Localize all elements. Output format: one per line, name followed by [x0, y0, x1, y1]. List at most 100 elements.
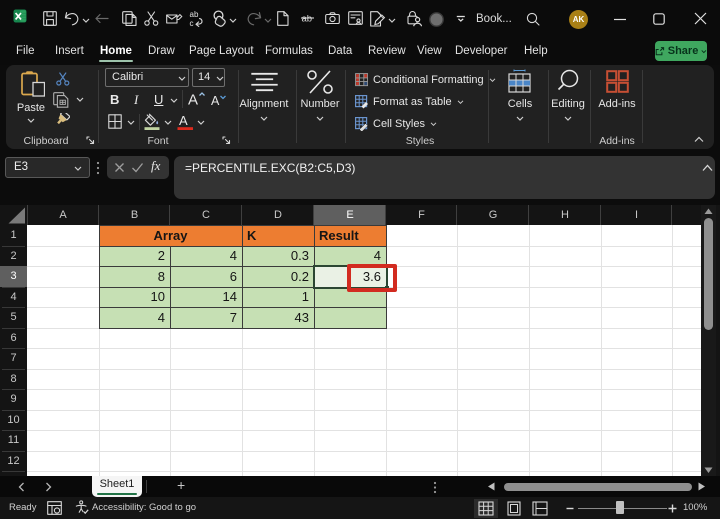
sheet-prev-icon[interactable]: [18, 482, 25, 492]
menu-tab-file[interactable]: File: [16, 45, 35, 57]
cell-D5[interactable]: 43: [242, 307, 314, 328]
menu-tab-data[interactable]: Data: [328, 45, 352, 57]
number-chevron-icon[interactable]: [316, 115, 324, 121]
menu-tab-view[interactable]: View: [417, 45, 442, 57]
zoom-out-icon[interactable]: [566, 507, 574, 510]
redo-chevron-icon[interactable]: [264, 17, 272, 23]
font-dialog-launcher-icon[interactable]: [222, 136, 231, 145]
hscroll-right-icon[interactable]: [698, 482, 706, 491]
back-icon[interactable]: [94, 13, 109, 25]
cell-C2[interactable]: 4: [170, 246, 242, 266]
increase-font-icon[interactable]: A: [188, 91, 206, 107]
column-header-E[interactable]: E: [314, 205, 386, 225]
menu-tab-page-layout[interactable]: Page Layout: [189, 45, 254, 57]
insert-function-button[interactable]: fx: [151, 158, 160, 174]
font-name-combo[interactable]: Calibri: [105, 68, 189, 87]
formula-bar-expand-icon[interactable]: [702, 164, 713, 172]
menu-tab-review[interactable]: Review: [368, 45, 406, 57]
scroll-down-icon[interactable]: [704, 467, 713, 474]
cell-B5[interactable]: 4: [99, 307, 170, 328]
cell-B3[interactable]: 8: [99, 266, 170, 287]
column-header-A[interactable]: A: [27, 205, 99, 225]
vertical-scrollbar-thumb[interactable]: [704, 218, 713, 330]
fill-color-chevron-icon[interactable]: [164, 119, 172, 125]
search-icon[interactable]: [526, 12, 540, 26]
lock-person-icon[interactable]: [407, 10, 422, 27]
column-header-B[interactable]: B: [99, 205, 170, 225]
table-header-array[interactable]: Array: [99, 225, 242, 246]
redo-icon[interactable]: [246, 11, 262, 26]
row-header-7[interactable]: 7: [0, 348, 27, 369]
paste-icon[interactable]: [21, 71, 45, 97]
row-header-5[interactable]: 5: [0, 307, 27, 328]
cell-C5[interactable]: 7: [170, 307, 242, 328]
minimize-icon[interactable]: [613, 18, 627, 21]
menu-tab-developer[interactable]: Developer: [455, 45, 507, 57]
italic-button[interactable]: I: [134, 92, 138, 108]
cell-B4[interactable]: 10: [99, 287, 170, 307]
page-break-view-icon[interactable]: [532, 501, 548, 516]
cut-icon[interactable]: [144, 11, 159, 26]
cell-D4[interactable]: 1: [242, 287, 314, 307]
column-header-F[interactable]: F: [386, 205, 457, 225]
undo-chevron-icon[interactable]: [82, 17, 90, 23]
menu-tab-insert[interactable]: Insert: [55, 45, 84, 57]
underline-button[interactable]: U: [154, 92, 163, 107]
cancel-icon[interactable]: [114, 162, 125, 173]
row-header-4[interactable]: 4: [0, 287, 27, 307]
horizontal-scrollbar-thumb[interactable]: [504, 482, 692, 491]
avatar[interactable]: AK: [569, 10, 588, 29]
edit-chevron-icon[interactable]: [388, 17, 396, 23]
column-header-C[interactable]: C: [170, 205, 242, 225]
scroll-up-icon[interactable]: [704, 208, 713, 215]
zoom-level[interactable]: 100%: [683, 502, 707, 513]
bold-button[interactable]: B: [110, 92, 119, 107]
column-header-G[interactable]: G: [457, 205, 529, 225]
edit-document-icon[interactable]: [370, 11, 386, 27]
normal-view-icon[interactable]: [478, 501, 494, 516]
close-icon[interactable]: [694, 12, 707, 25]
cell-B2[interactable]: 2: [99, 246, 170, 266]
sheet-next-icon[interactable]: [45, 482, 52, 492]
cell-styles-button[interactable]: Cell Styles: [355, 117, 437, 131]
paste-chevron-icon[interactable]: [27, 117, 35, 123]
add-sheet-button[interactable]: +: [177, 477, 185, 493]
column-header-I[interactable]: I: [601, 205, 672, 225]
enter-icon[interactable]: [131, 162, 144, 173]
zoom-slider-thumb[interactable]: [616, 501, 624, 514]
row-header-3[interactable]: 3: [0, 266, 27, 287]
macro-record-icon[interactable]: [47, 501, 62, 515]
column-header-D[interactable]: D: [242, 205, 314, 225]
copy-icon[interactable]: [122, 11, 137, 26]
alignment-chevron-icon[interactable]: [260, 115, 268, 121]
name-box[interactable]: E3: [5, 157, 90, 178]
format-as-table-button[interactable]: Format as Table: [355, 95, 464, 109]
row-header-8[interactable]: 8: [0, 369, 27, 389]
excel-logo-icon[interactable]: [13, 9, 27, 23]
cell-D2[interactable]: 0.3: [242, 246, 314, 266]
table-header-result[interactable]: Result: [314, 225, 386, 246]
new-file-icon[interactable]: [277, 11, 289, 26]
clipboard-dialog-launcher-icon[interactable]: [86, 136, 95, 145]
replace-icon[interactable]: ab c: [189, 10, 205, 27]
email-edit-icon[interactable]: [166, 12, 183, 25]
copy-chevron-icon[interactable]: [76, 96, 84, 102]
undo-icon[interactable]: [64, 11, 80, 26]
collapse-ribbon-icon[interactable]: [694, 136, 704, 143]
menu-tab-home[interactable]: Home: [100, 45, 132, 57]
borders-icon[interactable]: [108, 114, 122, 129]
fill-color-icon[interactable]: [143, 113, 162, 130]
name-box-chevron-icon[interactable]: [74, 165, 82, 171]
form-icon[interactable]: [348, 11, 363, 25]
zoom-in-icon[interactable]: [668, 504, 677, 513]
formula-input[interactable]: =PERCENTILE.EXC(B2:C5,D3): [174, 156, 715, 199]
column-header-H[interactable]: H: [529, 205, 601, 225]
font-color-chevron-icon[interactable]: [197, 119, 205, 125]
strikethrough-icon[interactable]: ab: [301, 11, 317, 25]
row-header-9[interactable]: 9: [0, 389, 27, 410]
cell-C4[interactable]: 14: [170, 287, 242, 307]
row-header-11[interactable]: 11: [0, 430, 27, 451]
borders-chevron-icon[interactable]: [127, 119, 135, 125]
cell-E2[interactable]: 4: [314, 246, 386, 266]
conditional-formatting-button[interactable]: Conditional Formatting: [355, 73, 496, 87]
